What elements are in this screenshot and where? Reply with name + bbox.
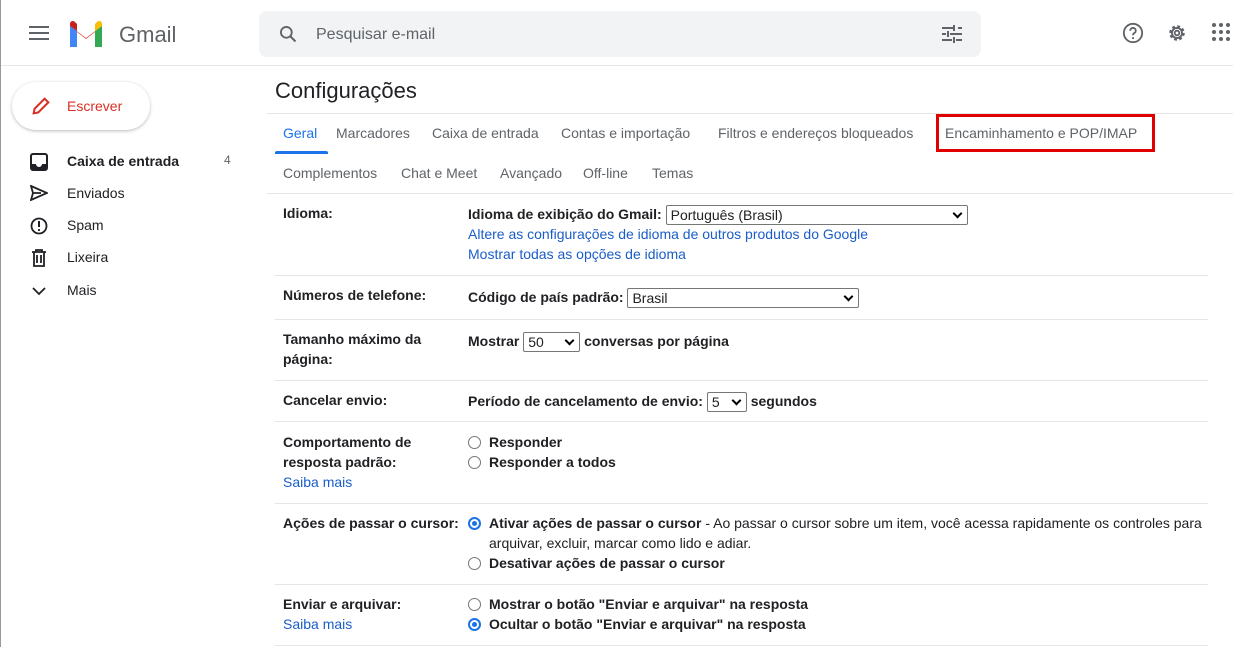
divider bbox=[275, 503, 1208, 504]
search-placeholder: Pesquisar e-mail bbox=[316, 26, 436, 43]
divider bbox=[275, 421, 1208, 422]
setting-prefix: Idioma de exibição do Gmail: bbox=[468, 206, 662, 222]
language-select[interactable]: Português (Brasil) bbox=[665, 205, 968, 226]
setting-label: Idioma: bbox=[283, 205, 333, 221]
top-bar: Gmail Pesquisar e-mail bbox=[1, 0, 1233, 66]
learn-more-link[interactable]: Saiba mais bbox=[283, 472, 352, 492]
setting-prefix: Mostrar bbox=[468, 333, 520, 349]
country-code-select[interactable]: Brasil bbox=[627, 288, 860, 309]
tab-contas-e-importacao[interactable]: Contas e importação bbox=[561, 125, 690, 141]
search-options-icon[interactable] bbox=[942, 25, 962, 43]
hide-send-archive-radio[interactable] bbox=[468, 618, 481, 631]
undo-send-period-select[interactable]: 5 bbox=[706, 392, 747, 413]
compose-label: Escrever bbox=[67, 98, 123, 114]
sidebar-item-sent[interactable]: Enviados bbox=[1, 177, 251, 209]
main-menu-icon[interactable] bbox=[29, 26, 49, 40]
inbox-icon bbox=[30, 153, 48, 171]
setting-label: Comportamento de resposta padrão: bbox=[283, 434, 412, 470]
gmail-logo-icon[interactable] bbox=[68, 20, 104, 47]
radio-label: Responder a todos bbox=[489, 454, 616, 470]
compose-button[interactable]: Escrever bbox=[12, 82, 150, 130]
all-language-options-link[interactable]: Mostrar todas as opções de idioma bbox=[468, 244, 686, 264]
sidebar-item-label: Mais bbox=[67, 282, 97, 298]
setting-suffix: conversas por página bbox=[584, 333, 729, 349]
active-tab-indicator bbox=[275, 151, 328, 154]
reply-all-radio[interactable] bbox=[468, 456, 481, 469]
send-icon bbox=[30, 185, 48, 201]
highlight-box bbox=[936, 114, 1155, 152]
search-input[interactable]: Pesquisar e-mail bbox=[259, 11, 981, 57]
setting-prefix: Código de país padrão: bbox=[468, 289, 624, 305]
radio-description: - Ao passar o cursor sobre um item, você… bbox=[701, 515, 1202, 531]
divider bbox=[275, 275, 1208, 276]
setting-label: Tamanho máximo da página: bbox=[283, 331, 422, 367]
setting-label: Enviar e arquivar: bbox=[283, 596, 402, 612]
sidebar-item-label: Spam bbox=[67, 217, 104, 233]
tab-caixa-de-entrada[interactable]: Caixa de entrada bbox=[432, 125, 539, 141]
radio-label: Ocultar o botão "Enviar e arquivar" na r… bbox=[489, 616, 806, 632]
learn-more-link[interactable]: Saiba mais bbox=[283, 614, 352, 634]
divider bbox=[275, 584, 1208, 585]
sidebar-item-more[interactable]: Mais bbox=[1, 274, 251, 306]
tab-marcadores[interactable]: Marcadores bbox=[336, 125, 410, 141]
sidebar-item-label: Enviados bbox=[67, 185, 125, 201]
hover-actions-on-radio[interactable] bbox=[468, 517, 481, 530]
tab-avancado[interactable]: Avançado bbox=[500, 165, 562, 181]
pencil-icon bbox=[32, 97, 50, 115]
tab-complementos[interactable]: Complementos bbox=[283, 165, 377, 181]
setting-label: Cancelar envio: bbox=[283, 392, 388, 408]
chevron-down-icon bbox=[32, 287, 46, 296]
sidebar-item-trash[interactable]: Lixeira bbox=[1, 241, 251, 273]
hover-actions-off-radio[interactable] bbox=[468, 557, 481, 570]
trash-icon bbox=[32, 249, 46, 267]
unread-count: 4 bbox=[224, 153, 231, 167]
tab-temas[interactable]: Temas bbox=[652, 165, 693, 181]
brand-name: Gmail bbox=[119, 22, 177, 47]
sidebar-item-label: Caixa de entrada bbox=[67, 153, 180, 169]
radio-label: Responder bbox=[489, 434, 563, 450]
help-icon[interactable] bbox=[1122, 22, 1144, 44]
radio-label: Ativar ações de passar o cursor bbox=[489, 515, 702, 531]
search-icon[interactable] bbox=[278, 24, 298, 44]
setting-label: Números de telefone: bbox=[283, 287, 427, 303]
radio-label: Mostrar o botão "Enviar e arquivar" na r… bbox=[489, 596, 809, 612]
setting-label: Ações de passar o cursor: bbox=[283, 515, 459, 531]
divider bbox=[275, 645, 1208, 646]
spam-icon bbox=[30, 217, 48, 235]
sidebar-item-spam[interactable]: Spam bbox=[1, 209, 251, 241]
tab-chat-e-meet[interactable]: Chat e Meet bbox=[401, 165, 477, 181]
reply-radio[interactable] bbox=[468, 436, 481, 449]
radio-label: Desativar ações de passar o cursor bbox=[489, 555, 725, 571]
page-size-select[interactable]: 50 bbox=[523, 332, 581, 353]
apps-grid-icon[interactable] bbox=[1211, 22, 1231, 42]
tab-off-line[interactable]: Off-line bbox=[583, 165, 628, 181]
divider bbox=[275, 319, 1208, 320]
divider bbox=[275, 380, 1208, 381]
sidebar-item-label: Lixeira bbox=[67, 249, 109, 265]
settings-gear-icon[interactable] bbox=[1166, 22, 1188, 44]
setting-suffix: segundos bbox=[750, 393, 817, 409]
setting-prefix: Período de cancelamento de envio: bbox=[468, 393, 703, 409]
tab-geral[interactable]: Geral bbox=[283, 125, 317, 141]
radio-description: arquivar, excluir, marcar como lido e ad… bbox=[489, 535, 752, 551]
tab-filtros[interactable]: Filtros e endereços bloqueados bbox=[718, 125, 913, 141]
divider bbox=[267, 193, 1233, 194]
sidebar-item-inbox[interactable]: Caixa de entrada 4 bbox=[1, 145, 251, 177]
page-title: Configurações bbox=[275, 78, 417, 103]
other-products-language-link[interactable]: Altere as configurações de idioma de out… bbox=[468, 224, 868, 244]
show-send-archive-radio[interactable] bbox=[468, 598, 481, 611]
